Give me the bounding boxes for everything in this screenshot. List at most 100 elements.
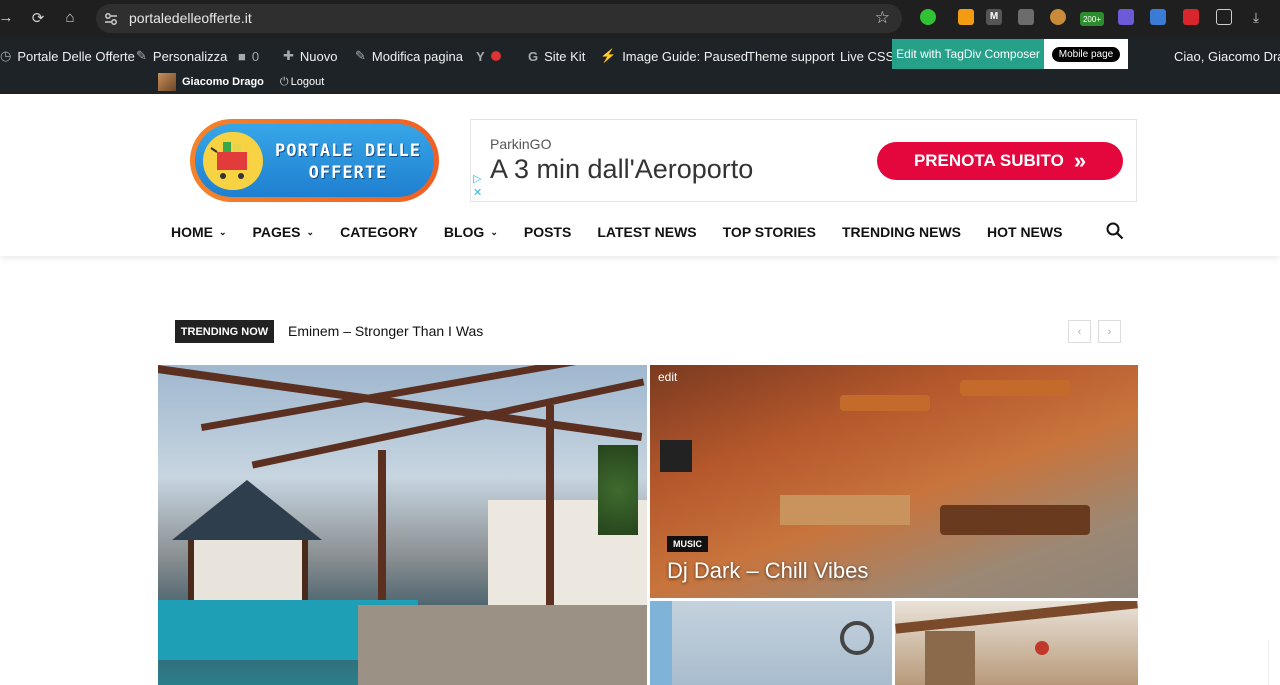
logout-link[interactable]: Logout	[291, 76, 325, 88]
site-settings-icon[interactable]	[103, 11, 119, 27]
ad-banner[interactable]: ParkinGO A 3 min dall'Aeroporto PRENOTA …	[470, 119, 1137, 202]
main-nav: HOME ⌄ PAGES ⌄ CATEGORY BLOG ⌄ POSTS LATEST…	[171, 221, 1088, 243]
image-deck	[358, 605, 647, 685]
chevron-down-icon: ⌄	[306, 226, 315, 237]
site-logo[interactable]: PORTALE DELLE OFFERTE	[190, 119, 439, 202]
image-pendant-lamp	[1035, 641, 1049, 655]
code-extension-icon[interactable]	[1018, 9, 1034, 25]
image-gazebo-roof	[172, 480, 322, 540]
image-wall-panel	[650, 601, 672, 685]
edit-link[interactable]: edit	[658, 370, 677, 384]
category-badge[interactable]: MUSIC	[667, 536, 708, 552]
admin-account-link[interactable]: Ciao, Giacomo Drag	[1174, 47, 1280, 65]
seo-status-dot	[490, 51, 501, 61]
comments-count: 0	[251, 48, 260, 64]
ad-cta-label: PRENOTA SUBITO	[913, 151, 1064, 170]
adchoices-icon[interactable]: ▷ ✕	[473, 172, 482, 200]
ad-cta-button[interactable]: PRENOTA SUBITO »	[877, 142, 1123, 180]
image-pool-table	[940, 505, 1090, 535]
post-title[interactable]: Dj Dark – Chill Vibes	[667, 558, 868, 584]
logo-inner: PORTALE DELLE OFFERTE	[195, 124, 434, 197]
chevron-down-icon: ⌄	[490, 226, 498, 237]
admin-site-link[interactable]: ◷ Portale Delle Offerte	[0, 47, 135, 65]
logo-text: PORTALE DELLE OFFERTE	[273, 140, 423, 184]
orange-extension-icon[interactable]	[958, 9, 974, 25]
bolt-icon: ⚡	[600, 48, 617, 63]
blue-extension-icon[interactable]	[1150, 9, 1166, 25]
url-text[interactable]: portaledelleofferte.it	[129, 10, 252, 26]
nav-item-category[interactable]: CATEGORY	[340, 224, 418, 240]
nav-item-home[interactable]: HOME ⌄	[171, 224, 227, 240]
nav-item-hot-news[interactable]: HOT NEWS	[987, 224, 1062, 240]
featured-post-large[interactable]	[158, 365, 647, 685]
dashboard-icon: ◷	[0, 48, 12, 63]
mobile-page-button[interactable]: Mobile page	[1044, 39, 1128, 69]
ad-brand: ParkinGO	[490, 136, 552, 152]
nav-item-pages[interactable]: PAGES ⌄	[253, 224, 315, 240]
admin-yoast-link[interactable]: Y	[476, 47, 501, 65]
user-row: Giacomo Drago ⏻ Logout	[158, 73, 324, 91]
trending-prev-button[interactable]: ‹	[1068, 320, 1091, 343]
image-bookshelf	[925, 631, 975, 685]
admin-live-css-link[interactable]: Live CSS	[840, 47, 894, 65]
arrow-left-icon[interactable]: →	[0, 9, 16, 26]
edit-page-label: Modifica pagina	[371, 48, 463, 64]
featured-post-small-1[interactable]	[650, 601, 892, 685]
image-beam	[895, 601, 1138, 634]
nav-label: POSTS	[523, 224, 572, 240]
featured-post-small-2[interactable]	[895, 601, 1138, 685]
search-icon[interactable]	[1106, 222, 1124, 240]
customize-label: Personalizza	[152, 48, 228, 64]
download-icon[interactable]: ⤓	[1248, 9, 1264, 25]
admin-theme-support-link[interactable]: Theme support	[747, 47, 834, 65]
home-icon[interactable]: ⌂	[60, 9, 80, 26]
mobile-page-label: Mobile page	[1051, 46, 1121, 62]
link-extension-icon[interactable]	[1118, 9, 1134, 25]
yoast-icon: Y	[476, 48, 485, 64]
nav-item-trending-news[interactable]: TRENDING NEWS	[842, 224, 961, 240]
admin-comments-link[interactable]: ■ 0	[238, 47, 259, 65]
image-sofa	[780, 495, 910, 525]
admin-new-link[interactable]: ✚ Nuovo	[283, 47, 337, 65]
cart-icon	[203, 132, 263, 190]
admin-sitekit-link[interactable]: G Site Kit	[528, 47, 585, 65]
image-guide-label: Image Guide: Paused	[622, 48, 748, 64]
nav-label: LATEST NEWS	[597, 224, 697, 240]
admin-edit-page-link[interactable]: ✎ Modifica pagina	[355, 47, 463, 65]
page-scrollbar[interactable]	[1268, 640, 1280, 685]
pencil-icon: ✎	[355, 48, 366, 63]
red-extension-icon[interactable]	[1183, 9, 1199, 25]
200-badge-icon[interactable]: 200+	[1080, 12, 1104, 26]
google-icon: G	[528, 48, 539, 64]
nav-item-top-stories[interactable]: TOP STORIES	[723, 224, 816, 240]
reload-icon[interactable]: ⟳	[28, 9, 48, 27]
bookmark-star-icon[interactable]: ☆	[875, 8, 890, 28]
nav-item-blog[interactable]: BLOG ⌄	[444, 224, 498, 240]
nav-label: TRENDING NEWS	[842, 224, 961, 240]
image-tv	[660, 440, 692, 472]
live-css-label: Live CSS	[840, 48, 895, 64]
admin-image-guide-link[interactable]: ⚡ Image Guide: Paused	[600, 47, 748, 65]
theme-support-label: Theme support	[747, 48, 835, 64]
puzzle-extension-icon[interactable]	[1216, 9, 1232, 25]
green-extension-icon[interactable]	[920, 9, 936, 25]
address-bar[interactable]: portaledelleofferte.it ☆	[96, 4, 902, 33]
nav-item-posts[interactable]: POSTS	[524, 224, 571, 240]
m-extension-icon[interactable]: M	[986, 9, 1002, 25]
tagdiv-composer-button[interactable]: Edit with TagDiv Composer	[892, 39, 1044, 69]
nav-label: TOP STORIES	[722, 224, 816, 240]
trending-next-button[interactable]: ›	[1098, 320, 1121, 343]
cookie-extension-icon[interactable]	[1050, 9, 1066, 25]
double-chevron-icon: »	[1073, 148, 1087, 173]
logout-icon: ⏻	[279, 75, 289, 88]
admin-customize-link[interactable]: ✎ Personalizza	[136, 47, 227, 65]
browser-toolbar: → ⟳ ⌂ portaledelleofferte.it ☆ M 200+ ⤓	[0, 0, 1280, 38]
greeting-label: Ciao, Giacomo Drag	[1174, 48, 1280, 64]
trending-label: TRENDING NOW	[175, 320, 274, 343]
brush-icon: ✎	[136, 48, 147, 63]
user-name[interactable]: Giacomo Drago	[182, 76, 264, 88]
new-label: Nuovo	[299, 48, 338, 64]
nav-item-latest-news[interactable]: LATEST NEWS	[597, 224, 696, 240]
logo-line2: OFFERTE	[308, 163, 388, 183]
trending-headline[interactable]: Eminem – Stronger Than I Was	[288, 323, 483, 339]
